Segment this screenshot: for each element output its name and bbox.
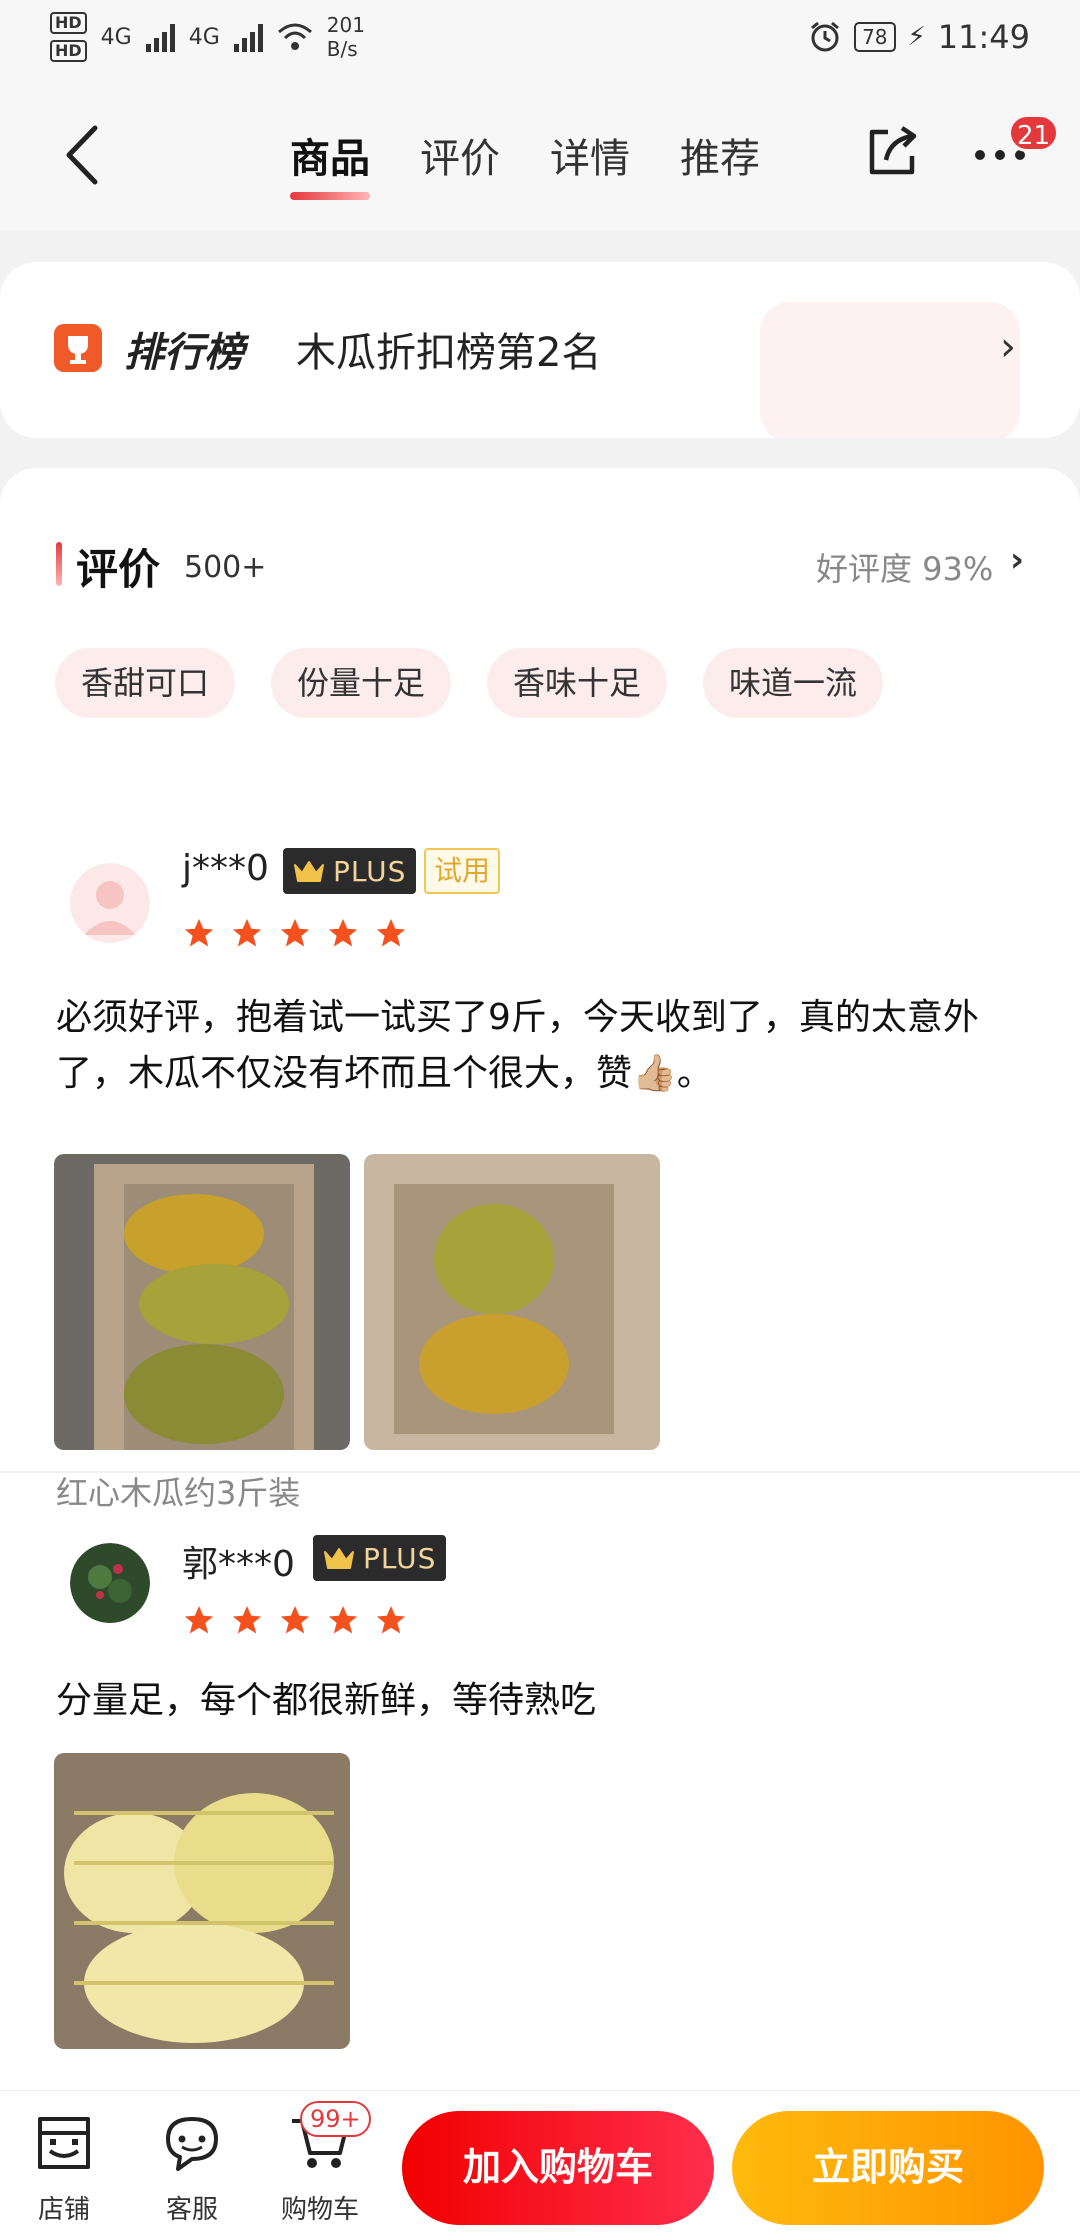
- status-bar: HD HD 4G 4G 201 B/s 78 ⚡ 11:49: [0, 0, 1080, 80]
- cart-count-badge: 99+: [300, 2101, 371, 2137]
- star-icon: [280, 1605, 310, 1634]
- review-tag[interactable]: 份量十足: [271, 648, 452, 718]
- net-speed: 201 B/s: [327, 13, 365, 61]
- hd2-label: HD: [50, 40, 87, 62]
- avatar: [70, 863, 150, 943]
- plus-label: PLUS: [363, 1541, 437, 1575]
- star-icon: [376, 1605, 406, 1634]
- review-text: 分量足，每个都很新鲜，等待熟吃: [56, 1680, 597, 1721]
- wifi-icon: [277, 23, 312, 50]
- reviews-count: 500+: [184, 550, 267, 585]
- charging-icon: ⚡: [907, 22, 926, 52]
- share-icon[interactable]: [862, 122, 922, 182]
- plus-label: PLUS: [333, 854, 407, 888]
- avatar: [70, 1543, 150, 1623]
- review-photo[interactable]: [54, 1154, 350, 1450]
- customer-service-button[interactable]: 客服: [142, 2111, 242, 2226]
- net-speed-unit: B/s: [326, 37, 358, 61]
- signal-icon: [233, 22, 263, 52]
- review-tag[interactable]: 味道一流: [703, 648, 884, 718]
- hd-indicator: HD HD: [50, 12, 87, 62]
- review-tag[interactable]: 香味十足: [487, 648, 668, 718]
- good-rate[interactable]: 好评度 93%: [816, 544, 993, 590]
- star-icon: [376, 918, 406, 947]
- star-icon: [184, 918, 214, 947]
- customer-service-label: 客服: [165, 2195, 218, 2225]
- ranking-card[interactable]: 排行榜 木瓜折扣榜第2名 ›: [0, 262, 1080, 438]
- tab-product[interactable]: 商品: [290, 126, 370, 206]
- review-photo[interactable]: [54, 1753, 350, 2049]
- chat-icon: [166, 2117, 218, 2171]
- tab-reviews[interactable]: 评价: [420, 126, 500, 206]
- add-to-cart-button[interactable]: 加入购物车: [402, 2111, 714, 2225]
- buy-now-button[interactable]: 立即购买: [732, 2111, 1044, 2225]
- reviewer-name: 郭***0: [182, 1544, 295, 1585]
- review-item: j***0 PLUS 试用 必须好评，抱着试一试买了9斤，今天收到了，真的太意外…: [0, 768, 1080, 1512]
- star-rating: [182, 916, 408, 950]
- review-tags: 香甜可口 份量十足 香味十足 味道一流: [55, 648, 884, 718]
- back-icon[interactable]: [55, 120, 115, 190]
- store-button[interactable]: 店铺: [14, 2111, 114, 2226]
- tab-recommend[interactable]: 推荐: [680, 126, 760, 206]
- review-text: 必须好评，抱着试一试买了9斤，今天收到了，真的太意外了，木瓜不仅没有坏而且个很大…: [56, 997, 979, 1094]
- star-rating: [182, 1603, 408, 1637]
- review-item: 郭***0 PLUS 分量足，每个都很新鲜，等待熟吃: [0, 1473, 1080, 2193]
- chevron-right-icon: ›: [1000, 324, 1016, 370]
- chevron-right-icon[interactable]: ›: [1010, 540, 1024, 580]
- reviewer-name: j***0: [182, 848, 269, 889]
- ranking-decoration: [760, 302, 1020, 438]
- status-right: 78 ⚡ 11:49: [808, 18, 1030, 56]
- star-icon: [328, 918, 358, 947]
- net-speed-value: 201: [326, 13, 365, 37]
- star-icon: [280, 918, 310, 947]
- message-count-badge: 21: [1008, 114, 1060, 152]
- star-icon: [328, 1605, 358, 1634]
- hd1-label: HD: [50, 12, 87, 34]
- clock: 11:49: [937, 18, 1030, 56]
- top-nav: 商品 评价 详情 推荐 21: [0, 80, 1080, 230]
- trial-badge: 试用: [424, 848, 501, 894]
- status-left: HD HD 4G 4G 201 B/s: [50, 12, 365, 62]
- sim1-label: 4G: [100, 24, 132, 50]
- signal-icon: [145, 22, 175, 52]
- plus-badge: PLUS: [283, 848, 417, 894]
- battery-icon: 78: [854, 22, 896, 52]
- star-icon: [232, 1605, 262, 1634]
- trophy-icon: [54, 324, 102, 372]
- review-tag[interactable]: 香甜可口: [55, 648, 236, 718]
- tab-bar: 商品 评价 详情 推荐: [290, 126, 760, 206]
- crown-icon: [294, 861, 324, 882]
- reviews-title: 评价: [76, 545, 161, 594]
- review-photo[interactable]: [364, 1154, 660, 1450]
- tab-details[interactable]: 详情: [550, 126, 630, 206]
- alarm-icon: [811, 21, 840, 52]
- reviews-section: 评价 500+ 好评度 93% › 香甜可口 份量十足 香味十足 味道一流 j*…: [0, 468, 1080, 2240]
- plus-badge: PLUS: [313, 1535, 447, 1581]
- store-label: 店铺: [37, 2195, 90, 2225]
- ranking-logo: 排行榜: [124, 330, 244, 376]
- star-icon: [184, 1605, 214, 1634]
- ranking-text: 木瓜折扣榜第2名: [296, 330, 602, 376]
- section-accent-bar: [56, 542, 62, 586]
- sim2-label: 4G: [188, 24, 220, 50]
- cart-label: 购物车: [280, 2195, 359, 2225]
- crown-icon: [324, 1548, 354, 1569]
- star-icon: [232, 918, 262, 947]
- bottom-action-bar: 店铺 客服 购物车 99+ 加入购物车 立即购买: [0, 2090, 1080, 2240]
- store-icon: [38, 2117, 90, 2169]
